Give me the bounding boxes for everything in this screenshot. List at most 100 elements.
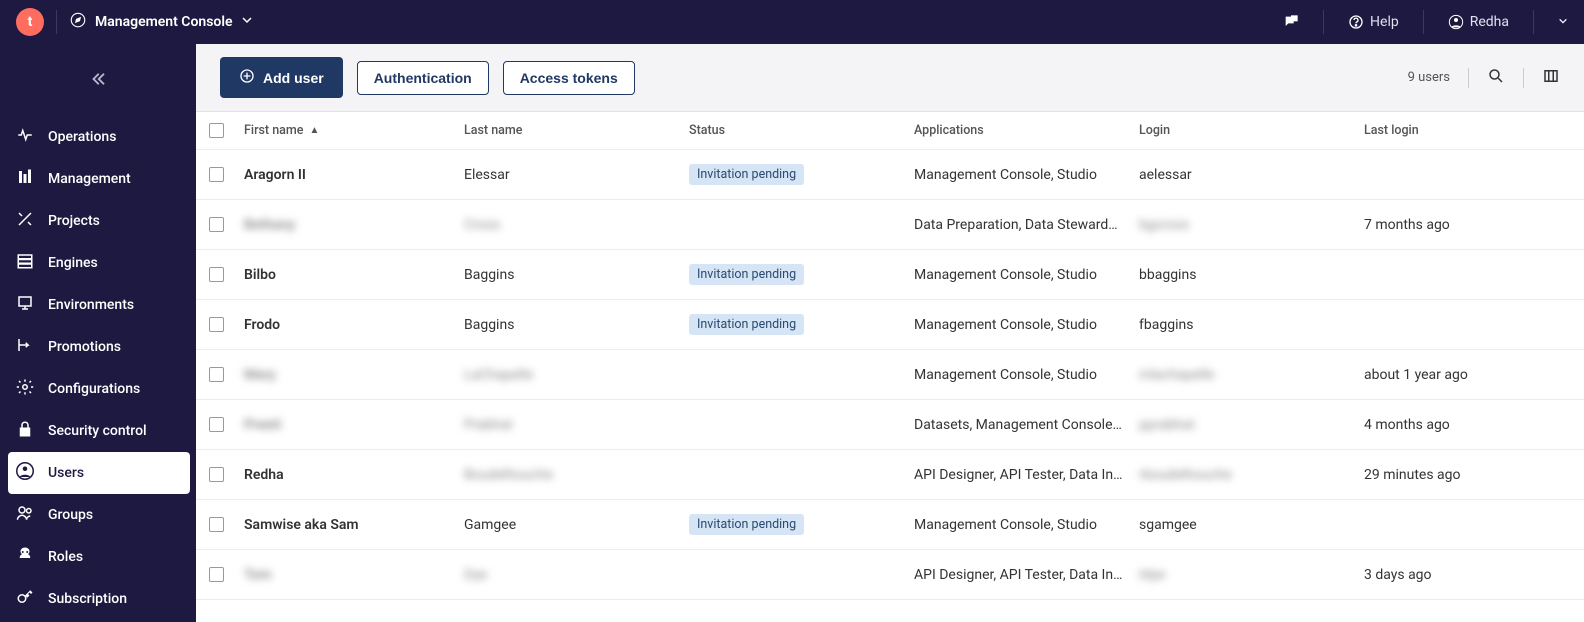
access-tokens-button[interactable]: Access tokens: [503, 61, 635, 95]
select-all-checkbox[interactable]: [209, 123, 224, 138]
cell-last-name: Boudelhouche: [456, 467, 681, 483]
nav-icon: [16, 168, 34, 190]
nav-icon: [16, 210, 34, 232]
table-row[interactable]: FrodoBagginsInvitation pendingManagement…: [196, 300, 1584, 350]
sidebar-item-users[interactable]: Users: [8, 452, 190, 494]
status-badge: Invitation pending: [689, 164, 804, 185]
sidebar: OperationsManagement Projects Engines Envir…: [0, 44, 196, 622]
divider: [1323, 10, 1324, 34]
sidebar-item-engines[interactable]: Engines: [0, 242, 196, 284]
row-checkbox[interactable]: [209, 317, 224, 332]
col-applications[interactable]: Applications: [906, 123, 1131, 138]
sidebar-item-roles[interactable]: Roles: [0, 536, 196, 578]
cell-applications: Management Console, Studio: [906, 367, 1131, 383]
notifications-button[interactable]: [1283, 14, 1299, 30]
users-table: First name ▲ Last name Status Applicatio…: [196, 112, 1584, 622]
app-switcher[interactable]: Management Console: [69, 11, 253, 33]
table-row[interactable]: Aragorn IIElessarInvitation pendingManag…: [196, 150, 1584, 200]
chevron-down-icon: [241, 14, 253, 30]
row-checkbox[interactable]: [209, 267, 224, 282]
app-logo[interactable]: t: [16, 8, 44, 36]
table-row[interactable]: PreetiPrabhatDatasets, Management Consol…: [196, 400, 1584, 450]
sort-asc-icon: ▲: [309, 125, 319, 136]
user-count: 9 users: [1408, 70, 1450, 85]
col-login[interactable]: Login: [1131, 123, 1356, 138]
authentication-label: Authentication: [374, 70, 472, 86]
cell-last-name: LaChapelle: [456, 367, 681, 383]
cell-login: sgamgee: [1131, 517, 1356, 533]
cell-login: rboudelhouche: [1131, 467, 1356, 483]
app-title: Management Console: [95, 14, 233, 30]
nav-icon: [16, 252, 34, 274]
cell-applications: Management Console, Studio: [906, 267, 1131, 283]
collapse-sidebar-icon[interactable]: [89, 70, 107, 92]
add-user-button[interactable]: Add user: [220, 57, 343, 98]
sidebar-item-projects[interactable]: Projects: [0, 200, 196, 242]
user-menu[interactable]: Redha: [1448, 14, 1509, 30]
cell-last-name: Prabhat: [456, 417, 681, 433]
help-label: Help: [1370, 14, 1399, 30]
status-badge: Invitation pending: [689, 514, 804, 535]
row-checkbox[interactable]: [209, 567, 224, 582]
cell-last-name: Baggins: [456, 317, 681, 333]
row-checkbox[interactable]: [209, 217, 224, 232]
compass-icon: [69, 11, 87, 33]
row-checkbox[interactable]: [209, 517, 224, 532]
columns-icon[interactable]: [1542, 67, 1560, 89]
table-row[interactable]: MaryLaChapelle Management Console, Studio…: [196, 350, 1584, 400]
search-icon[interactable]: [1487, 67, 1505, 89]
nav-label: Projects: [48, 213, 100, 229]
sidebar-item-groups[interactable]: Groups: [0, 494, 196, 536]
nav-icon: [16, 588, 34, 610]
row-checkbox[interactable]: [209, 417, 224, 432]
user-name: Redha: [1470, 14, 1509, 30]
sidebar-item-security-control[interactable]: Security control: [0, 410, 196, 452]
chevron-down-icon[interactable]: [1558, 14, 1568, 30]
cell-first-name: Preeti: [236, 417, 456, 433]
col-first-name[interactable]: First name ▲: [236, 123, 456, 138]
table-row[interactable]: RedhaBoudelhoucheAPI Designer, API Teste…: [196, 450, 1584, 500]
sidebar-item-environments[interactable]: Environments: [0, 284, 196, 326]
status-badge: Invitation pending: [689, 314, 804, 335]
toolbar: Add user Authentication Access tokens 9 …: [196, 44, 1584, 112]
cell-first-name: Mary: [236, 367, 456, 383]
nav-icon: [16, 126, 34, 148]
col-status[interactable]: Status: [681, 123, 906, 138]
cell-status: Invitation pending: [681, 264, 906, 285]
table-row[interactable]: BethanyCrossData Preparation, Data Stewa…: [196, 200, 1584, 250]
nav-label: Roles: [48, 549, 83, 565]
cell-login: tdye: [1131, 567, 1356, 583]
nav-label: Engines: [48, 255, 98, 271]
table-header: First name ▲ Last name Status Applicatio…: [196, 112, 1584, 150]
table-row[interactable]: BilboBagginsInvitation pendingManagement…: [196, 250, 1584, 300]
cell-login: pprabhat: [1131, 417, 1356, 433]
sidebar-item-promotions[interactable]: Promotions: [0, 326, 196, 368]
row-checkbox[interactable]: [209, 367, 224, 382]
cell-login: fbaggins: [1131, 317, 1356, 333]
cell-first-name: Samwise aka Sam: [236, 517, 456, 533]
divider: [1523, 68, 1524, 88]
nav-icon: [16, 378, 34, 400]
row-checkbox[interactable]: [209, 167, 224, 182]
nav-label: Subscription: [48, 591, 127, 607]
col-last-login[interactable]: Last login: [1356, 123, 1584, 138]
cell-last-name: Dye: [456, 567, 681, 583]
cell-last-name: Elessar: [456, 167, 681, 183]
divider: [56, 10, 57, 34]
sidebar-item-subscription[interactable]: Subscription: [0, 578, 196, 620]
sidebar-item-operations[interactable]: Operations: [0, 116, 196, 158]
table-row[interactable]: TomDyeAPI Designer, API Tester, Data Inv…: [196, 550, 1584, 600]
sidebar-item-management[interactable]: Management: [0, 158, 196, 200]
cell-last-login: 29 minutes ago: [1356, 467, 1584, 483]
row-checkbox[interactable]: [209, 467, 224, 482]
col-last-name[interactable]: Last name: [456, 123, 681, 138]
plus-icon: [239, 68, 255, 87]
cell-applications: API Designer, API Tester, Data Inv...: [906, 467, 1131, 483]
table-row[interactable]: Samwise aka SamGamgeeInvitation pendingM…: [196, 500, 1584, 550]
authentication-button[interactable]: Authentication: [357, 61, 489, 95]
cell-last-name: Cross: [456, 217, 681, 233]
nav-icon: [16, 336, 34, 358]
sidebar-item-configurations[interactable]: Configurations: [0, 368, 196, 410]
help-button[interactable]: Help: [1348, 14, 1399, 30]
cell-login: bgcross: [1131, 217, 1356, 233]
